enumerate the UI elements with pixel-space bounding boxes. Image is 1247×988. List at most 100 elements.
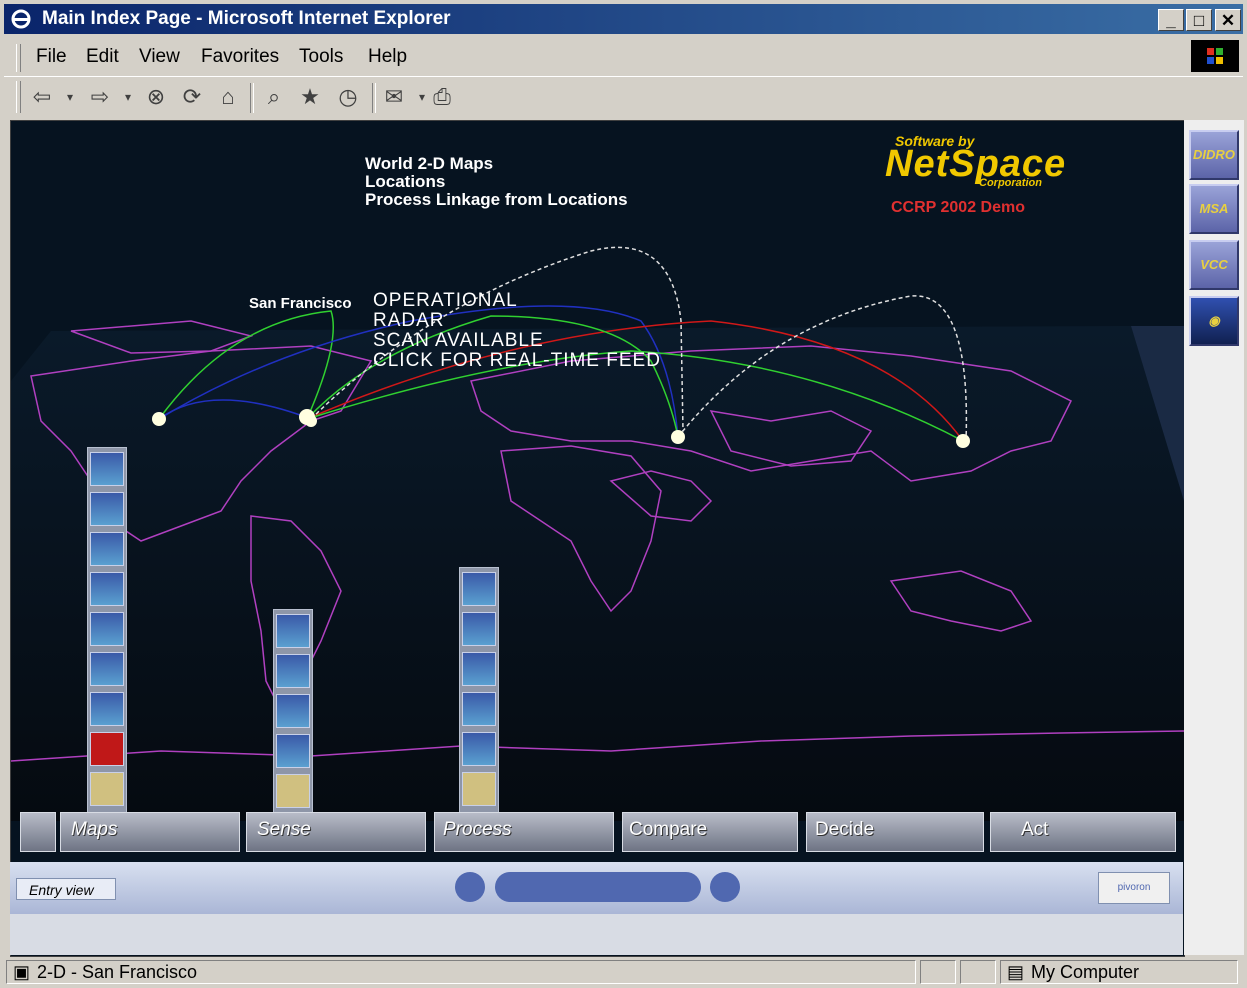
process-icon[interactable] <box>462 572 496 606</box>
msa-button[interactable]: MSA <box>1189 184 1239 234</box>
globe-icon[interactable]: ◉ <box>1189 296 1239 346</box>
location-label: San Francisco <box>249 295 352 312</box>
zone-text: My Computer <box>1031 962 1140 982</box>
sensor-icon[interactable] <box>462 612 496 646</box>
straighten-icon[interactable] <box>710 872 740 902</box>
window-title: Main Index Page - Microsoft Internet Exp… <box>42 8 451 29</box>
menu-edit[interactable]: Edit <box>86 46 119 68</box>
control-label: Process <box>443 819 512 840</box>
back-dropdown-icon[interactable]: ▾ <box>56 83 84 111</box>
status-secure-cell <box>960 960 996 984</box>
map-icon[interactable] <box>90 532 124 566</box>
record-icon[interactable] <box>90 732 124 766</box>
header-line: World 2-D Maps <box>365 154 494 173</box>
favorites-icon[interactable]: ★ <box>296 83 324 111</box>
close-button[interactable]: ✕ <box>1215 9 1241 31</box>
map-plane <box>11 326 1184 821</box>
navigation-controls[interactable] <box>495 872 701 902</box>
title-bar: Main Index Page - Microsoft Internet Exp… <box>4 4 1243 34</box>
search-icon[interactable]: ⌕ <box>260 83 288 111</box>
forward-arrow-icon[interactable]: ⇨ <box>86 83 114 111</box>
menu-help[interactable]: Help <box>368 46 407 68</box>
menu-favorites[interactable]: Favorites <box>201 46 279 68</box>
history-icon[interactable]: ◷ <box>334 83 362 111</box>
map-icon[interactable] <box>90 612 124 646</box>
map-icon[interactable] <box>90 572 124 606</box>
home-icon[interactable]: ⌂ <box>214 83 242 111</box>
control-label: Maps <box>71 819 118 840</box>
sensor-icon[interactable] <box>276 614 310 648</box>
move-icon[interactable] <box>276 774 310 808</box>
right-panel: DIDRO MSA VCC ◉ <box>1184 120 1244 955</box>
header-line: Locations <box>365 172 446 191</box>
control-maps[interactable]: Maps <box>60 812 240 852</box>
stop-icon[interactable]: ⊗ <box>142 83 170 111</box>
control-label: Compare <box>629 819 708 840</box>
toolbar-grip[interactable] <box>16 81 21 113</box>
info-button[interactable] <box>20 812 56 852</box>
aircraft-icon[interactable] <box>462 652 496 686</box>
map-icon[interactable] <box>90 652 124 686</box>
lower-frame <box>10 914 1183 955</box>
control-act[interactable]: Act <box>990 812 1176 852</box>
move-icon[interactable] <box>462 772 496 806</box>
forward-dropdown-icon[interactable]: ▾ <box>114 83 142 111</box>
back-arrow-icon[interactable]: ⇦ <box>28 83 56 111</box>
process-controls: Maps Sense Process Compare Decide Act <box>10 808 1183 860</box>
maps-palette <box>87 447 127 813</box>
map-icon[interactable] <box>90 452 124 486</box>
mail-icon[interactable]: ✉ <box>380 83 408 111</box>
menu-bar: File Edit View Favorites Tools Help <box>4 38 1243 76</box>
control-decide[interactable]: Decide <box>806 812 984 852</box>
vrml-nav-bar: Entry view pivoron <box>10 862 1183 914</box>
toolbar: ⇦ ▾ ⇨ ▾ ⊗ ⟳ ⌂ ⌕ ★ ◷ ✉ ▾ ⎙ <box>4 76 1243 119</box>
minimize-button[interactable]: _ <box>1158 9 1184 31</box>
player-logo: pivoron <box>1098 872 1170 904</box>
page-icon: ▣ <box>13 962 31 982</box>
control-label: Act <box>1021 819 1049 840</box>
location-popup[interactable]: OPERATIONAL RADAR SCAN AVAILABLE CLICK F… <box>373 291 661 371</box>
toolbar-separator <box>372 83 376 113</box>
status-text: 2-D - San Francisco <box>37 962 198 982</box>
location-marker-east-coast-2[interactable] <box>305 415 317 427</box>
browser-window: Main Index Page - Microsoft Internet Exp… <box>0 0 1247 988</box>
location-marker-middle-east[interactable] <box>671 430 685 444</box>
control-label: Sense <box>257 819 311 840</box>
menu-file[interactable]: File <box>36 46 67 68</box>
didro-button[interactable]: DIDRO <box>1189 130 1239 180</box>
vcc-button[interactable]: VCC <box>1189 240 1239 290</box>
status-text-cell: ▣ 2-D - San Francisco <box>6 960 916 984</box>
demo-label: CCRP 2002 Demo <box>891 199 1025 216</box>
status-bar: ▣ 2-D - San Francisco ▤ My Computer <box>4 958 1243 986</box>
ship-icon[interactable] <box>462 692 496 726</box>
move-icon[interactable] <box>90 772 124 806</box>
windows-logo-icon <box>1191 40 1239 72</box>
location-marker-san-francisco[interactable] <box>152 412 166 426</box>
ship-icon[interactable] <box>276 694 310 728</box>
print-icon[interactable]: ⎙ <box>428 83 456 111</box>
menu-tools[interactable]: Tools <box>299 46 343 68</box>
menu-grip[interactable] <box>16 44 21 72</box>
menu-view[interactable]: View <box>139 46 180 68</box>
computer-icon: ▤ <box>1007 962 1025 982</box>
viewpoint-select[interactable]: Entry view <box>16 878 116 900</box>
maximize-button[interactable]: □ <box>1186 9 1212 31</box>
sense-palette <box>273 609 313 815</box>
popup-line: CLICK FOR REAL-TIME FEED <box>373 350 661 371</box>
aircraft-icon[interactable] <box>276 654 310 688</box>
header-line: Process Linkage from Locations <box>365 190 628 209</box>
boat-icon[interactable] <box>276 734 310 768</box>
process-palette <box>459 567 499 813</box>
boat-icon[interactable] <box>462 732 496 766</box>
location-marker-asia[interactable] <box>956 434 970 448</box>
control-process[interactable]: Process <box>434 812 614 852</box>
refresh-icon[interactable]: ⟳ <box>178 83 206 111</box>
control-compare[interactable]: Compare <box>622 812 798 852</box>
map-icon[interactable] <box>90 692 124 726</box>
map-icon[interactable] <box>90 492 124 526</box>
target-icon[interactable] <box>455 872 485 902</box>
popup-line: RADAR <box>373 310 445 331</box>
control-sense[interactable]: Sense <box>246 812 426 852</box>
popup-line: OPERATIONAL <box>373 290 518 311</box>
scene-header: World 2-D Maps Locations Process Linkage… <box>365 155 628 209</box>
